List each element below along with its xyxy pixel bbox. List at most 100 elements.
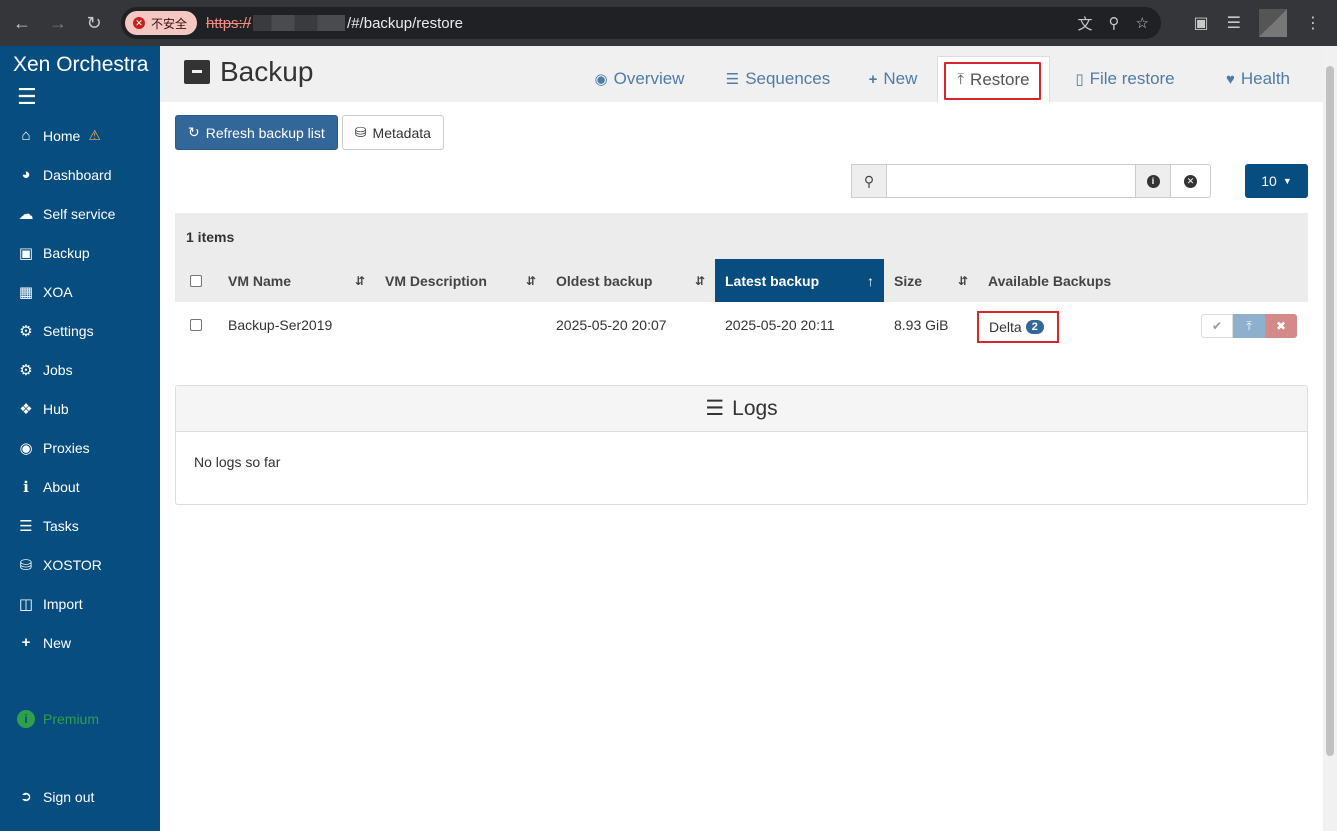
logs-panel: ☰ Logs No logs so far <box>175 385 1308 505</box>
logs-title: Logs <box>732 396 778 420</box>
media-icon[interactable]: ☰ <box>1227 13 1241 33</box>
profile-avatar[interactable] <box>1259 9 1287 37</box>
close-icon: ✕ <box>1184 174 1197 188</box>
tab-label: Overview <box>613 69 685 88</box>
sidebar-item-label: Home <box>43 127 81 144</box>
sidebar-item-label: XOA <box>43 283 73 300</box>
url-text[interactable]: https:// /#/backup/restore <box>206 15 463 32</box>
heartbeat-icon: ♥ <box>1225 70 1235 88</box>
column-label: VM Name <box>228 272 292 289</box>
column-header-oldest-backup[interactable]: Oldest backup ⇵ <box>546 259 715 302</box>
sidebar-item-xostor[interactable]: ⛁ XOSTOR <box>0 545 160 584</box>
sidebar-item-home[interactable]: ⌂ Home ⚠ <box>0 116 160 155</box>
warning-icon: ⚠ <box>88 127 101 143</box>
table-row[interactable]: Backup-Ser2019 2025-05-20 20:07 2025-05-… <box>175 302 1308 348</box>
sidebar-item-about[interactable]: ℹ About <box>0 467 160 506</box>
security-indicator[interactable]: ✕ 不安全 <box>125 11 198 35</box>
row-checkbox[interactable] <box>190 319 202 331</box>
url-host-redacted <box>253 15 346 31</box>
column-header-size[interactable]: Size ⇵ <box>884 259 978 302</box>
address-bar[interactable]: ✕ 不安全 https:// /#/backup/restore 文 ⚲ ☆ <box>121 7 1161 39</box>
oldest-backup-cell: 2025-05-20 20:07 <box>556 317 667 333</box>
delete-button[interactable]: ✖ <box>1265 314 1297 338</box>
main-content: Backup ◉ Overview ☰ Sequences + New ⤒ Restor… <box>160 46 1323 831</box>
sidebar-menu: ⌂ Home ⚠ ◕ Dashboard ☁ Self service ▣ Backup … <box>0 116 160 662</box>
tab-label: Health <box>1240 69 1291 88</box>
tab-sequences[interactable]: ☰ Sequences <box>707 56 849 102</box>
security-label: 不安全 <box>151 16 188 31</box>
sidebar-item-label: Self service <box>43 205 116 222</box>
globe-icon: ◉ <box>19 439 33 457</box>
sidebar-item-label: Hub <box>43 400 69 417</box>
sidebar-item-jobs[interactable]: ⚙ Jobs <box>0 350 160 389</box>
items-per-page-dropdown[interactable]: 10 ▼ <box>1245 164 1308 198</box>
search-icon: ⚲ <box>851 164 887 198</box>
filter-clear-button[interactable]: ✕ <box>1171 164 1211 198</box>
browser-menu-icon[interactable]: ⋮ <box>1305 13 1321 33</box>
bookmark-star-icon[interactable]: ☆ <box>1136 14 1149 32</box>
button-label: Metadata <box>372 124 431 141</box>
column-header-vm-name[interactable]: VM Name ⇵ <box>218 259 375 302</box>
back-icon[interactable]: ← <box>4 5 40 41</box>
premium-link[interactable]: i Premium <box>17 710 99 728</box>
sidebar-item-settings[interactable]: ⚙ Settings <box>0 311 160 350</box>
page-title-text: Backup <box>220 56 314 87</box>
vm-name-cell: Backup-Ser2019 <box>228 317 333 333</box>
sidebar-item-tasks[interactable]: ☰ Tasks <box>0 506 160 545</box>
refresh-backup-list-button[interactable]: ↻ Refresh backup list <box>175 115 338 150</box>
database-icon: ⛁ <box>19 556 33 574</box>
gears-icon: ⚙ <box>19 361 33 379</box>
logs-header: ☰ Logs <box>176 386 1307 432</box>
database-icon: ⛁ <box>354 124 367 140</box>
sidebar: Xen Orchestra ☰ ⌂ Home ⚠ ◕ Dashboard ☁ Self … <box>0 46 160 831</box>
sidebar-item-backup[interactable]: ▣ Backup <box>0 233 160 272</box>
tab-overview[interactable]: ◉ Overview <box>572 56 707 102</box>
column-label: VM Description <box>385 272 487 289</box>
column-label: Oldest backup <box>556 272 653 289</box>
cloud-icon: ☁ <box>18 205 34 223</box>
select-all-checkbox[interactable] <box>190 274 202 287</box>
list-icon: ☰ <box>705 397 725 420</box>
upload-icon: ⤒ <box>1246 318 1252 333</box>
available-backups-cell[interactable]: Delta 2 <box>977 311 1059 343</box>
metadata-button[interactable]: ⛁ Metadata <box>341 115 444 150</box>
filter-help-button[interactable]: i <box>1135 164 1171 198</box>
sidebar-item-proxies[interactable]: ◉ Proxies <box>0 428 160 467</box>
sidebar-item-import[interactable]: ◫ Import <box>0 584 160 623</box>
page-scrollbar[interactable] <box>1323 46 1337 831</box>
hamburger-icon[interactable]: ☰ <box>0 82 160 116</box>
extensions-icon[interactable]: ▣ <box>1194 13 1209 33</box>
column-header-vm-description[interactable]: VM Description ⇵ <box>375 259 546 302</box>
tab-label: File restore <box>1089 69 1175 88</box>
cubes-icon: ❖ <box>19 400 33 418</box>
tab-restore[interactable]: ⤒ Restore <box>937 56 1050 102</box>
check-backup-button[interactable]: ✔ <box>1201 314 1233 338</box>
translate-icon[interactable]: 文 <box>1078 13 1093 34</box>
scrollbar-thumb[interactable] <box>1326 66 1334 756</box>
sidebar-item-label: XOSTOR <box>43 556 102 573</box>
zoom-icon[interactable]: ⚲ <box>1109 14 1120 32</box>
browser-toolbar: ← → ↻ ✕ 不安全 https:// /#/backup/restore 文… <box>0 0 1337 46</box>
sidebar-item-new[interactable]: + New <box>0 623 160 662</box>
brand-title[interactable]: Xen Orchestra <box>0 46 160 82</box>
caret-down-icon: ▼ <box>1282 176 1292 186</box>
check-icon: ✔ <box>1211 319 1223 333</box>
sidebar-item-hub[interactable]: ❖ Hub <box>0 389 160 428</box>
sidebar-item-dashboard[interactable]: ◕ Dashboard <box>0 155 160 194</box>
tab-new[interactable]: + New <box>849 56 937 102</box>
column-header-latest-backup[interactable]: Latest backup ↑ <box>715 259 884 302</box>
archive-icon: ▣ <box>18 244 34 262</box>
sidebar-item-self-service[interactable]: ☁ Self service <box>0 194 160 233</box>
sign-out-link[interactable]: ➲ Sign out <box>17 788 94 805</box>
restore-button[interactable]: ⤒ <box>1233 314 1265 338</box>
page-header: Backup ◉ Overview ☰ Sequences + New ⤒ Restor… <box>160 46 1323 102</box>
reload-icon[interactable]: ↻ <box>76 5 112 41</box>
sidebar-item-label: Proxies <box>43 439 90 456</box>
filter-input[interactable] <box>887 164 1135 198</box>
home-icon: ⌂ <box>21 127 31 144</box>
sidebar-item-xoa[interactable]: ▦ XOA <box>0 272 160 311</box>
sort-icon: ⇵ <box>694 273 705 288</box>
tab-file-restore[interactable]: ▯ File restore <box>1050 56 1200 102</box>
forward-icon[interactable]: → <box>40 5 76 41</box>
tab-health[interactable]: ♥ Health <box>1200 56 1316 102</box>
